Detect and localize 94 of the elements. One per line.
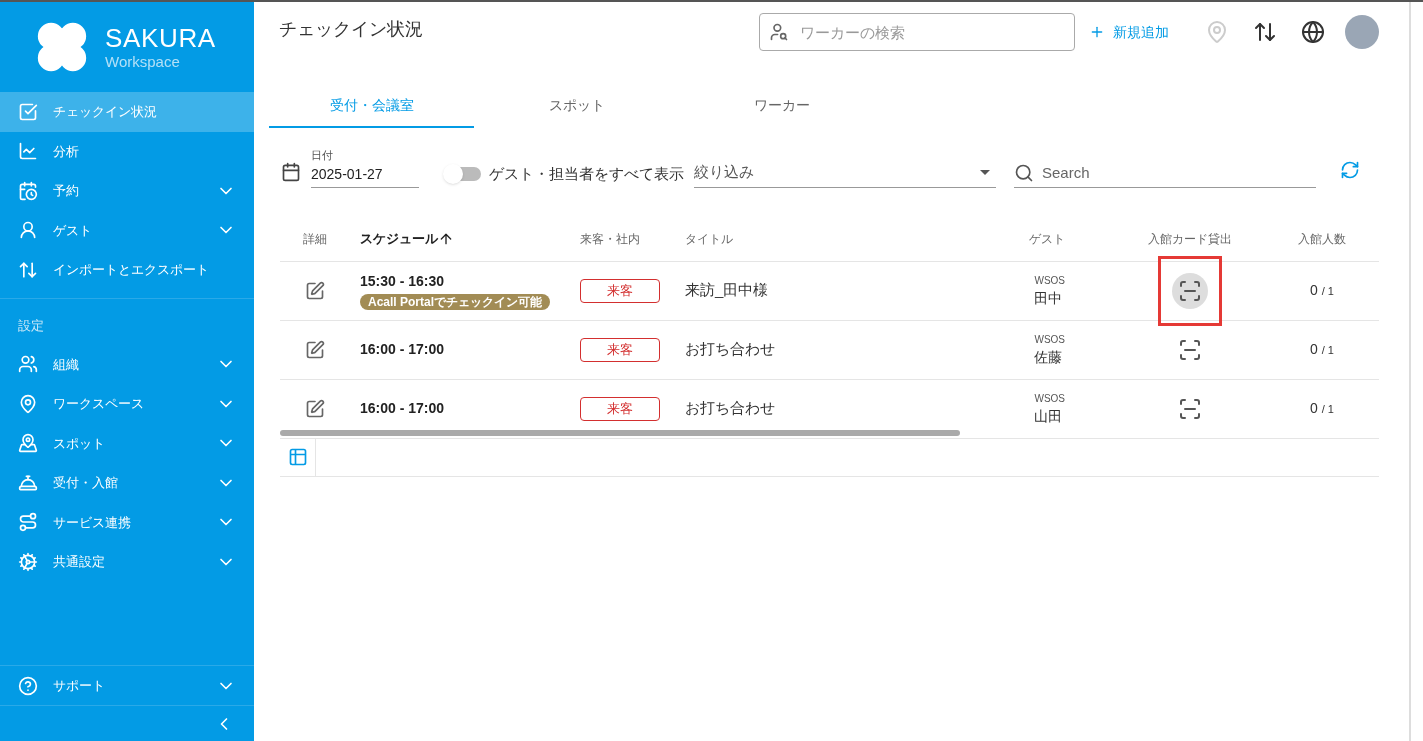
title-text: お打ち合わせ <box>685 398 775 419</box>
nav-label: 予約 <box>53 182 80 200</box>
nav-label: サポート <box>53 676 106 695</box>
tab[interactable]: スポット <box>474 84 679 128</box>
guest-name: 山田 <box>1034 406 1064 426</box>
nav-item[interactable]: ワークスペース <box>0 384 254 424</box>
logo-title: SAKURA <box>105 23 216 53</box>
checkin-badge: Acall Portalでチェックイン可能 <box>360 294 551 310</box>
calendar-clock-icon <box>18 180 38 201</box>
nav-item[interactable]: 共通設定 <box>0 542 254 582</box>
user-search-icon <box>769 22 789 42</box>
nav-label: 分析 <box>53 142 80 161</box>
filter-placeholder: 絞り込み <box>694 161 755 182</box>
date-label: 日付 <box>311 148 334 163</box>
column-header: タイトル <box>685 231 733 248</box>
guest-company: WSOS <box>1034 273 1065 288</box>
nav-label: インポートとエクスポート <box>53 261 210 279</box>
column-header: ゲスト <box>1029 231 1065 248</box>
date-field[interactable]: 日付 2025-01-27 <box>311 147 419 188</box>
visitor-tag: 来客 <box>580 396 660 421</box>
date-value: 2025-01-27 <box>311 164 384 184</box>
nav-label: サービス連携 <box>53 513 132 532</box>
add-new-button[interactable]: 新規追加 <box>1089 21 1169 43</box>
dropdown-caret-icon <box>980 169 990 175</box>
guest-company: WSOS <box>1034 332 1065 347</box>
column-header: 来客・社内 <box>580 231 640 248</box>
entry-count: 0 / 1 <box>1310 340 1334 359</box>
logo-subtitle: Workspace <box>105 53 181 71</box>
nav-label: チェックイン状況 <box>53 103 158 121</box>
nav-item[interactable]: 組織 <box>0 344 254 384</box>
edit-icon[interactable] <box>305 339 325 360</box>
schedule-time: 16:00 - 17:00 <box>360 399 446 418</box>
nav-item[interactable]: チェックイン状況 <box>0 92 254 132</box>
column-header: 入館人数 <box>1298 231 1346 248</box>
column-header: 詳細 <box>303 231 327 248</box>
page-title: チェックイン状況 <box>279 17 424 41</box>
nav-label: ワークスペース <box>53 395 145 413</box>
person-icon <box>18 220 38 241</box>
schedule-time: 16:00 - 17:00 <box>360 340 446 359</box>
visitor-tag: 来客 <box>580 337 660 362</box>
guest-company: WSOS <box>1034 391 1065 406</box>
entry-count: 0 / 1 <box>1310 281 1334 300</box>
table-search-field[interactable]: Search <box>1014 157 1316 188</box>
tab[interactable]: ワーカー <box>679 84 884 128</box>
guest-name: 佐藤 <box>1034 347 1064 367</box>
nav-label: ゲスト <box>53 221 93 240</box>
title-text: 来訪_田中様 <box>685 280 769 301</box>
calendar-icon <box>281 161 301 182</box>
column-header[interactable]: スケジュール <box>360 229 454 249</box>
nav-label: 受付・入館 <box>53 474 119 492</box>
worker-search-field[interactable]: ワーカーの検索 <box>759 13 1075 51</box>
nav-item[interactable]: 予約 <box>0 171 254 211</box>
location-pin-icon <box>18 433 38 454</box>
nav-item[interactable]: ゲスト <box>0 210 254 250</box>
card-lend-button[interactable] <box>1172 272 1208 309</box>
visitor-tag: 来客 <box>580 278 660 303</box>
up-down-icon[interactable] <box>1253 20 1277 44</box>
nav-item[interactable]: 分析 <box>0 131 254 171</box>
edit-icon[interactable] <box>305 398 325 419</box>
help-icon <box>18 675 38 696</box>
scan-frame-icon <box>1178 396 1202 421</box>
column-header: 入館カード貸出 <box>1148 231 1232 248</box>
table-view-icon[interactable] <box>287 447 308 467</box>
horizontal-scrollbar[interactable] <box>280 429 960 436</box>
route-icon <box>18 512 38 533</box>
refresh-icon[interactable] <box>1340 159 1360 180</box>
scan-frame-icon <box>1178 278 1202 303</box>
nav-item[interactable]: スポット <box>0 423 254 463</box>
gear-icon <box>18 551 38 572</box>
nav-item[interactable]: インポートとエクスポート <box>0 250 254 290</box>
toggle-label: ゲスト・担当者をすべて表示 <box>489 164 684 184</box>
edit-icon[interactable] <box>305 280 325 301</box>
tab[interactable]: 受付・会議室 <box>269 84 474 128</box>
nav-item[interactable]: サービス連携 <box>0 502 254 542</box>
group-icon <box>18 354 38 375</box>
section-heading: 設定 <box>18 317 44 333</box>
schedule-time: 15:30 - 16:30 <box>360 272 446 291</box>
guest-name: 田中 <box>1034 288 1064 308</box>
nav-label: 共通設定 <box>53 553 106 571</box>
plus-icon <box>1089 24 1105 40</box>
entry-count: 0 / 1 <box>1310 399 1334 418</box>
toggle-switch[interactable] <box>445 167 481 182</box>
search-icon <box>1014 162 1034 183</box>
nav-item[interactable]: 受付・入館 <box>0 463 254 503</box>
nav-item[interactable]: サポート <box>0 665 254 705</box>
nav-label: スポット <box>53 434 106 453</box>
map-pin-icon <box>18 393 38 414</box>
globe-icon[interactable] <box>1301 20 1325 44</box>
filter-select[interactable]: 絞り込み <box>694 157 996 188</box>
line-chart-icon <box>18 141 38 162</box>
title-text: お打ち合わせ <box>685 339 775 360</box>
checkbox-icon <box>18 101 38 122</box>
scan-frame-icon <box>1178 337 1202 362</box>
nav-label: 組織 <box>53 355 80 374</box>
